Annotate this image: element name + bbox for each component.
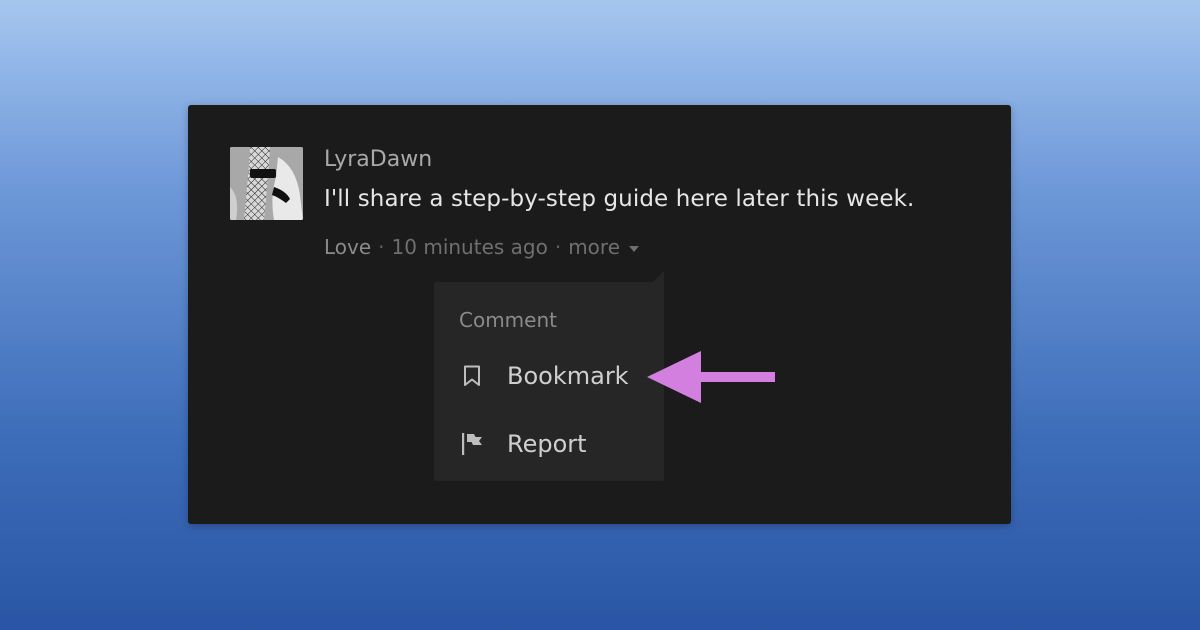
dropdown-notch: [653, 271, 664, 282]
more-label: more: [568, 235, 621, 259]
menu-item-label: Bookmark: [507, 362, 629, 390]
menu-item-report[interactable]: Report: [434, 419, 664, 469]
avatar[interactable]: [230, 147, 303, 220]
meta-separator: ·: [554, 235, 562, 259]
more-dropdown-menu: Comment Bookmark Report: [434, 271, 664, 481]
menu-item-bookmark[interactable]: Bookmark: [434, 351, 664, 401]
comment-card: LyraDawn I'll share a step-by-step guide…: [188, 105, 1011, 524]
meta-separator: ·: [378, 235, 385, 259]
dropdown-header: Comment: [459, 308, 557, 332]
comment-meta: Love · 10 minutes ago · more: [324, 235, 640, 259]
flag-icon: [459, 431, 485, 457]
comment-text: I'll share a step-by-step guide here lat…: [324, 186, 915, 212]
love-link[interactable]: Love: [324, 235, 371, 259]
more-menu-toggle[interactable]: more: [568, 235, 640, 259]
avatar-image: [230, 147, 303, 220]
comment-timestamp[interactable]: 10 minutes ago: [392, 235, 548, 259]
comment-username[interactable]: LyraDawn: [324, 147, 432, 172]
chevron-down-icon: [629, 245, 640, 252]
bookmark-icon: [459, 363, 485, 389]
menu-item-label: Report: [507, 430, 587, 458]
annotation-arrow-icon: [647, 351, 775, 403]
